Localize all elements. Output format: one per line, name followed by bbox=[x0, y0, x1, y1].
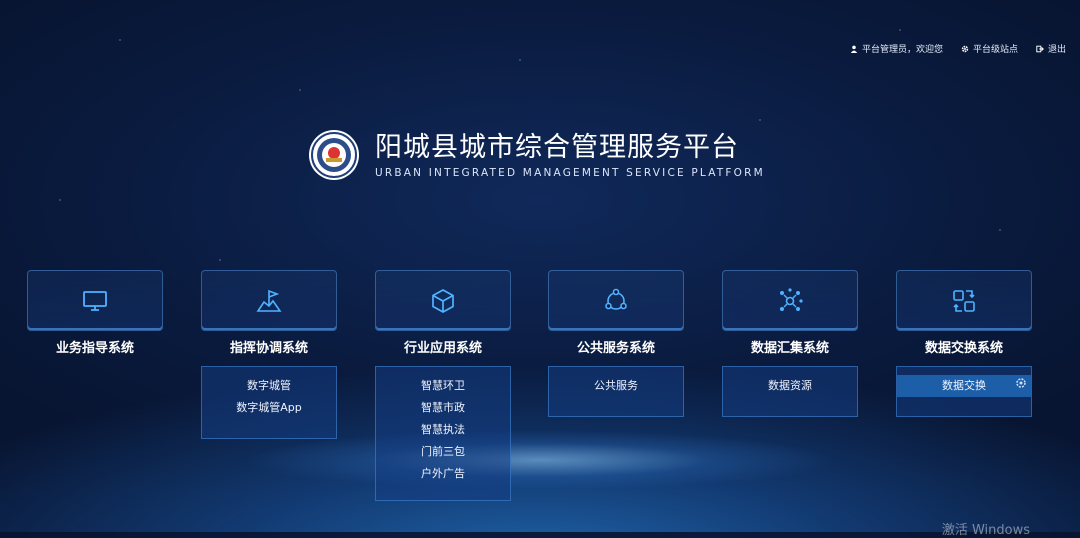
submenu: 数字城管 数字城管App bbox=[201, 366, 337, 439]
site-level-label: 平台级站点 bbox=[972, 45, 1018, 55]
submenu-item-smart-municipal[interactable]: 智慧市政 bbox=[376, 397, 510, 419]
site-level[interactable]: 平台级站点 bbox=[961, 42, 1018, 55]
emblem-logo bbox=[309, 130, 359, 180]
logout-button[interactable]: 退出 bbox=[1036, 42, 1066, 55]
earth-glow bbox=[240, 430, 840, 490]
submenu: 数据交换 bbox=[896, 366, 1032, 417]
system-public-service: 公共服务系统 公共服务 bbox=[548, 270, 684, 417]
submenu-item-digital-urban-app[interactable]: 数字城管App bbox=[202, 397, 336, 419]
submenu: 公共服务 bbox=[548, 366, 684, 417]
system-label: 数据交换系统 bbox=[924, 341, 1003, 356]
system-data-exchange: 数据交换系统 数据交换 bbox=[896, 270, 1032, 417]
page-subtitle: URBAN INTEGRATED MANAGEMENT SERVICE PLAT… bbox=[375, 167, 765, 179]
flag-icon bbox=[256, 289, 282, 312]
submenu-item-data-exchange[interactable]: 数据交换 bbox=[897, 375, 1031, 397]
system-command-coordination: 指挥协调系统 数字城管 数字城管App bbox=[201, 270, 337, 439]
system-card[interactable] bbox=[375, 270, 511, 331]
system-industry-application: 行业应用系统 智慧环卫 智慧市政 智慧执法 门前三包 户外广告 bbox=[375, 270, 511, 501]
system-business-guidance: 业务指导系统 bbox=[27, 270, 163, 356]
submenu-item-data-resources[interactable]: 数据资源 bbox=[723, 375, 857, 397]
submenu-item-storefront[interactable]: 门前三包 bbox=[376, 441, 510, 463]
system-label: 行业应用系统 bbox=[403, 341, 482, 356]
windows-watermark: 激活 Windows bbox=[941, 523, 1030, 538]
submenu-item-digital-urban[interactable]: 数字城管 bbox=[202, 375, 336, 397]
system-card[interactable] bbox=[201, 270, 337, 331]
exchange-icon bbox=[953, 289, 975, 312]
user-icon bbox=[850, 45, 858, 53]
submenu-item-public-service[interactable]: 公共服务 bbox=[549, 375, 683, 397]
cube-icon bbox=[432, 288, 454, 313]
page-title: 阳城县城市综合管理服务平台 bbox=[375, 132, 739, 163]
system-data-collection: 数据汇集系统 数据资源 bbox=[722, 270, 858, 417]
page-header: 阳城县城市综合管理服务平台 URBAN INTEGRATED MANAGEMEN… bbox=[309, 130, 765, 180]
system-label: 指挥协调系统 bbox=[229, 341, 308, 356]
settings-icon[interactable] bbox=[1015, 377, 1027, 389]
logout-label: 退出 bbox=[1047, 45, 1066, 55]
network-triangle-icon bbox=[605, 288, 627, 310]
system-card[interactable] bbox=[722, 270, 858, 331]
submenu-item-smart-enforcement[interactable]: 智慧执法 bbox=[376, 419, 510, 441]
submenu: 智慧环卫 智慧市政 智慧执法 门前三包 户外广告 bbox=[375, 366, 511, 501]
system-label: 公共服务系统 bbox=[576, 341, 655, 356]
submenu-item-smart-sanitation[interactable]: 智慧环卫 bbox=[376, 375, 510, 397]
system-card[interactable] bbox=[896, 270, 1032, 331]
user-welcome-label: 平台管理员，欢迎您 bbox=[861, 45, 943, 55]
system-label: 数据汇集系统 bbox=[750, 341, 829, 356]
logout-icon bbox=[1036, 45, 1044, 52]
molecule-icon bbox=[780, 287, 803, 311]
user-welcome[interactable]: 平台管理员，欢迎您 bbox=[850, 42, 943, 55]
submenu: 数据资源 bbox=[722, 366, 858, 417]
submenu-item-outdoor-ads[interactable]: 户外广告 bbox=[376, 463, 510, 485]
gear-icon bbox=[961, 45, 969, 52]
system-card[interactable] bbox=[27, 270, 163, 331]
monitor-icon bbox=[83, 290, 107, 311]
system-card[interactable] bbox=[548, 270, 684, 331]
system-label: 业务指导系统 bbox=[55, 341, 134, 356]
top-bar: 平台管理员，欢迎您 平台级站点 退出 bbox=[850, 42, 1066, 55]
